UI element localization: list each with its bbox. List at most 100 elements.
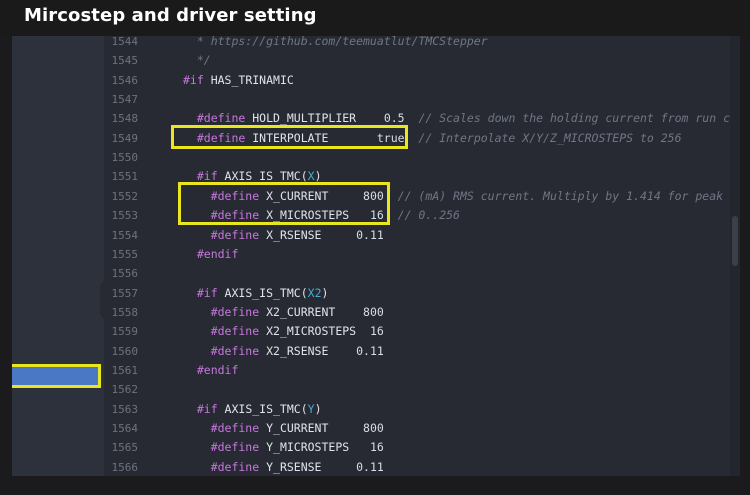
code-line[interactable]: */	[156, 51, 740, 70]
highlight-box-interpolate	[171, 125, 408, 149]
code-text: #define X2_RSENSE 0.11	[183, 342, 384, 361]
code-token: */	[183, 53, 211, 68]
line-number: 1558	[111, 305, 139, 319]
code-line[interactable]: #define X2_CURRENT 800	[156, 303, 740, 322]
line-number: 1565	[111, 441, 139, 455]
code-token: Y_CURRENT	[266, 421, 364, 435]
sidebar-selected-item[interactable]	[12, 364, 101, 388]
code-text: #define X_RSENSE 0.11	[183, 226, 384, 245]
line-number-row: 1560	[104, 342, 156, 361]
code-editor[interactable]: 1544 1545 1546 1547 1548 1549 1550 1551 1552 1553…	[12, 36, 740, 476]
page-title: Mircostep and driver setting	[24, 5, 317, 26]
line-number: 1564	[111, 422, 139, 435]
code-token: )	[321, 285, 329, 300]
code-line[interactable]	[156, 148, 740, 167]
line-number: 1556	[111, 267, 139, 281]
code-token: 800	[363, 421, 384, 435]
code-token: X_RSENSE	[266, 227, 357, 242]
code-line[interactable]: #define X_RSENSE 0.11	[156, 226, 740, 245]
code-token: #if	[183, 401, 225, 416]
line-number-row: 1553	[104, 206, 156, 225]
line-number: 1561	[111, 363, 139, 377]
line-number-row: 1554	[104, 226, 156, 245]
code-token: 0.5	[383, 111, 405, 126]
line-number: 1553	[111, 209, 139, 223]
code-token: Y	[307, 401, 315, 416]
line-number-row: 1546	[104, 71, 156, 90]
code-line[interactable]	[156, 264, 740, 283]
code-text: #if HAS_TRINAMIC	[183, 71, 294, 90]
code-line[interactable]: #define Y_MICROSTEPS 16	[156, 438, 740, 457]
code-token: #define	[183, 304, 267, 319]
line-number: 1563	[111, 402, 139, 416]
code-token: // Scales down the holding current from …	[404, 111, 740, 126]
code-line[interactable]: #endif	[156, 361, 740, 380]
line-number: 1554	[111, 228, 139, 242]
code-token: 16	[369, 324, 384, 339]
code-token: * https://github.com/teemuatlut/TMCStepp…	[183, 36, 488, 48]
line-number: 1555	[111, 247, 139, 261]
line-number: 1552	[111, 189, 139, 203]
code-area[interactable]: * https://github.com/teemuatlut/TMCStepp…	[156, 36, 740, 476]
line-number-row: 1555	[104, 245, 156, 264]
line-number-row: 1549	[104, 129, 156, 148]
line-number: 1550	[111, 151, 139, 165]
line-number: 1549	[111, 131, 139, 145]
code-text: #define X2_MICROSTEPS 16	[183, 322, 384, 341]
file-sidebar[interactable]	[12, 36, 104, 476]
code-token: #define	[183, 343, 267, 358]
code-line[interactable]: #define Y_CURRENT 800	[156, 419, 740, 438]
code-line[interactable]: #endif	[156, 245, 740, 264]
line-number: 1560	[111, 344, 139, 358]
code-token: 0.11	[356, 459, 384, 474]
line-number-row: 1547	[104, 90, 156, 109]
code-token: #define	[183, 440, 267, 455]
code-text: */	[183, 51, 211, 70]
code-line[interactable]	[156, 90, 740, 109]
code-text: #endif	[183, 245, 239, 264]
code-text: #if AXIS_IS_TMC(Y)	[183, 400, 322, 419]
highlight-box-x-current-microsteps	[178, 182, 390, 225]
line-number-row: 1545	[104, 51, 156, 70]
line-number: 1562	[111, 383, 139, 397]
code-token: 0.11	[356, 343, 384, 358]
code-token: #define	[183, 227, 267, 242]
code-token: #define	[183, 111, 253, 126]
code-line[interactable]: #if HAS_TRINAMIC	[156, 71, 740, 90]
line-number-row: 1552	[104, 187, 156, 206]
line-number-row: 1563	[104, 400, 156, 419]
code-token: 800	[363, 304, 384, 319]
code-line[interactable]: #if AXIS_IS_TMC(X2)	[156, 284, 740, 303]
code-token: 16	[369, 440, 384, 455]
code-token: Y_RSENSE	[266, 459, 357, 474]
code-line[interactable]: #if AXIS_IS_TMC(Y)	[156, 400, 740, 419]
scrollbar-thumb[interactable]	[732, 216, 738, 266]
line-number: 1551	[111, 170, 139, 184]
line-number: 1566	[111, 460, 139, 474]
line-number-row: 1566	[104, 458, 156, 476]
line-number-row: 1556	[104, 264, 156, 283]
line-number-row: 1564	[104, 419, 156, 438]
code-token: #if	[183, 72, 211, 87]
line-number: 1545	[111, 54, 139, 68]
code-token: // Interpolate X/Y/Z_MICROSTEPS to 256	[404, 130, 682, 145]
line-number: 1544	[111, 36, 139, 48]
code-line[interactable]	[156, 380, 740, 399]
code-token: AXIS_IS_TMC(	[224, 401, 308, 416]
code-line[interactable]: * https://github.com/teemuatlut/TMCStepp…	[156, 36, 740, 51]
code-line[interactable]: #define X2_MICROSTEPS 16	[156, 322, 740, 341]
code-token: // 0..256	[383, 208, 460, 223]
code-token: #endif	[183, 246, 239, 261]
line-number: 1548	[111, 112, 139, 126]
code-line[interactable]: #define Y_RSENSE 0.11	[156, 458, 740, 476]
line-number-row: 1557	[104, 284, 156, 303]
line-number-row: 1544	[104, 36, 156, 51]
code-text: #define Y_RSENSE 0.11	[183, 458, 384, 476]
code-token: X2	[307, 285, 322, 300]
code-line[interactable]: #define X2_RSENSE 0.11	[156, 342, 740, 361]
line-number-row: 1565	[104, 438, 156, 457]
code-token: HOLD_MULTIPLIER	[252, 111, 384, 126]
code-token: X2_CURRENT	[266, 304, 364, 319]
vertical-scrollbar[interactable]	[730, 36, 740, 476]
code-text: #define X2_CURRENT 800	[183, 303, 384, 322]
